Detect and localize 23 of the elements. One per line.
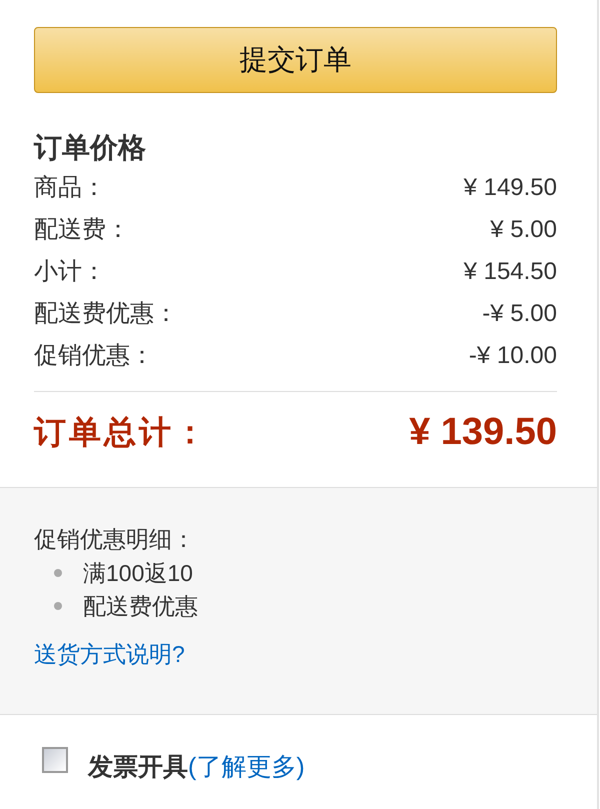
price-value: ¥ 149.50 <box>464 173 557 203</box>
invoice-checkbox[interactable] <box>42 747 68 773</box>
section-title: 订单价格 <box>34 131 146 165</box>
total-value: ¥ 139.50 <box>409 410 557 454</box>
learn-more-link[interactable]: (了解更多) <box>188 750 305 784</box>
total-label: 订单总计： <box>34 413 209 452</box>
promotion-item: 满100返10 <box>83 558 193 588</box>
price-label: 配送费优惠： <box>34 299 178 329</box>
submit-order-button[interactable]: 提交订单 <box>34 27 557 93</box>
price-label: 配送费： <box>34 215 130 245</box>
price-label: 商品： <box>34 173 106 203</box>
price-value: -¥ 5.00 <box>482 299 557 329</box>
price-label: 促销优惠： <box>34 341 154 371</box>
bullet-icon <box>54 568 62 576</box>
bullet-icon <box>54 602 62 610</box>
promotions-title: 促销优惠明细： <box>34 525 195 554</box>
price-value: ¥ 5.00 <box>490 215 557 245</box>
price-value: ¥ 154.50 <box>464 257 557 287</box>
promotion-item: 配送费优惠 <box>83 592 198 620</box>
price-value: -¥ 10.00 <box>468 341 557 371</box>
delivery-info-link[interactable]: 送货方式说明? <box>34 637 185 671</box>
invoice-label: 发票开具 <box>88 752 188 783</box>
price-label: 小计： <box>34 257 106 287</box>
